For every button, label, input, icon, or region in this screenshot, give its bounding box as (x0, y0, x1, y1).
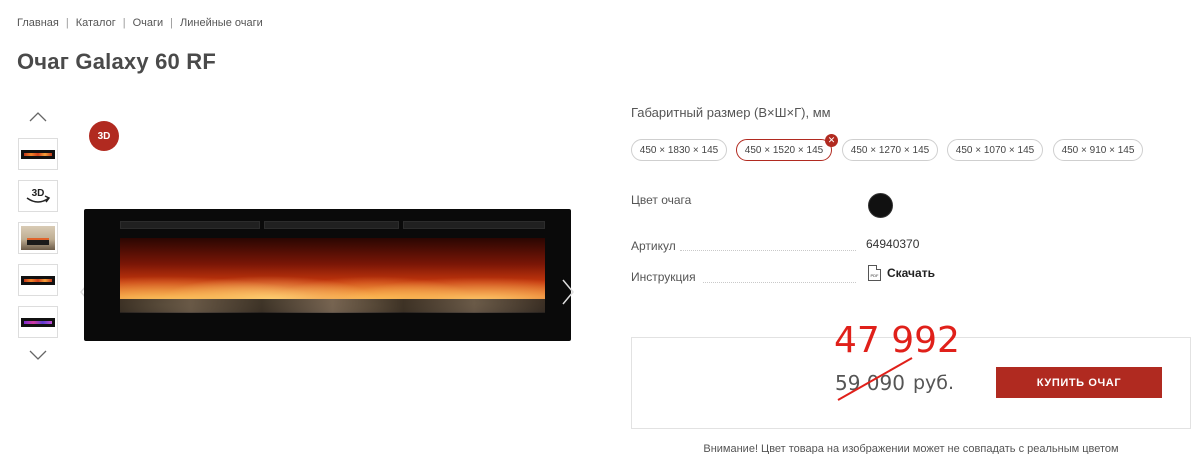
thumbnail-3d[interactable]: 3D (18, 180, 58, 212)
dotted-leader (680, 250, 856, 251)
size-label: Габаритный размер (В×Ш×Г), мм (631, 105, 831, 120)
close-icon[interactable]: ✕ (825, 134, 838, 147)
thumbnail-fireplace[interactable] (18, 138, 58, 170)
download-label: Скачать (887, 266, 935, 280)
breadcrumb-home[interactable]: Главная (17, 17, 59, 29)
breadcrumb-separator: | (122, 17, 126, 29)
dotted-leader (703, 282, 856, 283)
breadcrumb-separator: | (170, 17, 174, 29)
new-price: 47 992 (834, 320, 960, 361)
breadcrumb-catalog[interactable]: Каталог (76, 17, 116, 29)
svg-text:3D: 3D (32, 188, 45, 199)
article-label: Артикул (631, 239, 676, 253)
size-option[interactable]: 450 × 1070 × 145 (947, 139, 1043, 161)
size-option-selected[interactable]: 450 × 1520 × 145 ✕ (736, 134, 838, 161)
product-image (84, 209, 571, 341)
3d-rotate-icon: 3D (26, 188, 51, 203)
article-value: 64940370 (866, 237, 920, 251)
currency-label: руб. (913, 372, 955, 394)
size-option[interactable]: 450 × 1270 × 145 (842, 139, 938, 161)
size-option[interactable]: 450 × 1830 × 145 (631, 139, 727, 161)
size-option-label: 450 × 1520 × 145 (744, 144, 824, 156)
chevron-down-icon[interactable] (28, 348, 48, 362)
page-title: Очаг Galaxy 60 RF (17, 49, 216, 74)
breadcrumb-hearths[interactable]: Очаги (133, 17, 164, 29)
thumbnail-room[interactable] (18, 222, 58, 254)
pdf-icon: PDF (868, 265, 881, 281)
breadcrumb-linear-hearths[interactable]: Линейные очаги (180, 17, 263, 29)
download-link[interactable]: PDF Скачать (868, 265, 935, 281)
thumbnail-fireplace[interactable] (18, 264, 58, 296)
chevron-up-icon[interactable] (28, 110, 48, 124)
3d-view-button[interactable]: 3D (89, 121, 119, 151)
thumbnail-fireplace-purple[interactable] (18, 306, 58, 338)
breadcrumb-separator: | (65, 17, 69, 29)
buy-button[interactable]: КУПИТЬ ОЧАГ (996, 367, 1162, 398)
color-notice: Внимание! Цвет товара на изображении мож… (703, 443, 1119, 454)
size-option[interactable]: 450 × 910 × 145 (1053, 139, 1143, 161)
manual-label: Инструкция (631, 270, 696, 284)
3d-badge-label: 3D (97, 130, 111, 142)
color-label: Цвет очага (631, 193, 692, 207)
color-swatch-black[interactable] (868, 193, 893, 218)
breadcrumb: Главная | Каталог | Очаги | Линейные оча… (17, 17, 263, 29)
strikethrough-line (837, 357, 913, 401)
gallery-next-icon[interactable] (561, 278, 575, 306)
